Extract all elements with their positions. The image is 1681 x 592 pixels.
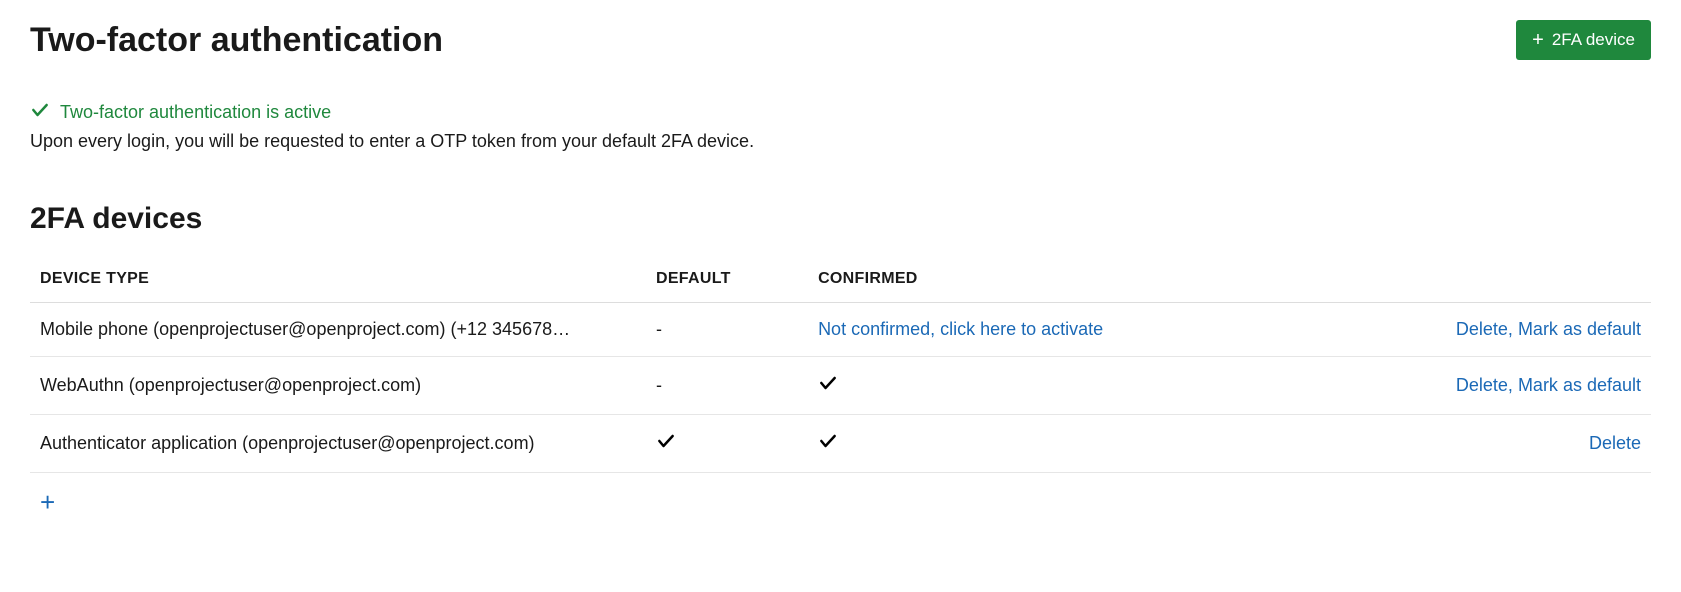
device-name[interactable]: WebAuthn (openprojectuser@openproject.co… bbox=[40, 375, 421, 395]
table-row: WebAuthn (openprojectuser@openproject.co… bbox=[30, 357, 1651, 415]
check-icon bbox=[30, 100, 50, 125]
page-title: Two-factor authentication bbox=[30, 21, 443, 60]
table-row: Authenticator application (openprojectus… bbox=[30, 415, 1651, 473]
check-icon bbox=[818, 377, 838, 397]
devices-table: DEVICE TYPE DEFAULT CONFIRMED Mobile pho… bbox=[30, 256, 1651, 473]
plus-icon: + bbox=[40, 487, 55, 517]
check-icon bbox=[656, 435, 676, 455]
col-header-device-type: DEVICE TYPE bbox=[30, 256, 646, 303]
delete-link[interactable]: Delete bbox=[1456, 375, 1518, 395]
delete-link[interactable]: Delete bbox=[1456, 319, 1518, 339]
default-value: - bbox=[656, 319, 662, 339]
add-device-plus-button[interactable]: + bbox=[30, 485, 65, 519]
section-title: 2FA devices bbox=[30, 202, 1651, 236]
status-active: Two-factor authentication is active bbox=[30, 100, 331, 125]
add-2fa-device-button[interactable]: + 2FA device bbox=[1516, 20, 1651, 60]
check-icon bbox=[818, 435, 838, 455]
table-row: Mobile phone (openprojectuser@openprojec… bbox=[30, 303, 1651, 357]
device-name[interactable]: Mobile phone (openprojectuser@openprojec… bbox=[40, 319, 570, 339]
delete-link[interactable]: Delete bbox=[1589, 433, 1641, 453]
mark-as-default-link[interactable]: Mark as default bbox=[1518, 375, 1641, 395]
plus-icon: + bbox=[1532, 30, 1544, 50]
status-description: Upon every login, you will be requested … bbox=[30, 131, 1651, 152]
col-header-default: DEFAULT bbox=[646, 256, 808, 303]
add-2fa-device-label: 2FA device bbox=[1552, 30, 1635, 50]
default-value: - bbox=[656, 375, 662, 395]
mark-as-default-link[interactable]: Mark as default bbox=[1518, 319, 1641, 339]
status-active-text: Two-factor authentication is active bbox=[60, 102, 331, 123]
col-header-actions bbox=[1327, 256, 1651, 303]
confirm-activate-link[interactable]: Not confirmed, click here to activate bbox=[818, 319, 1103, 339]
device-name[interactable]: Authenticator application (openprojectus… bbox=[40, 433, 535, 453]
col-header-confirmed: CONFIRMED bbox=[808, 256, 1327, 303]
